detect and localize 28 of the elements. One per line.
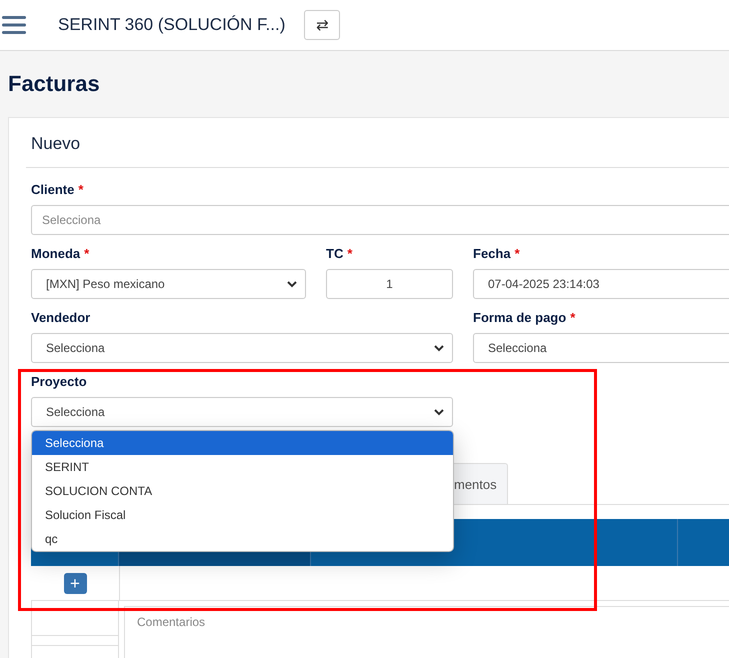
comments-field[interactable]: Comentarios: [124, 606, 729, 658]
required-mark: *: [347, 246, 352, 262]
input-field[interactable]: 07-04-2025 23:14:03: [473, 269, 729, 299]
field-label: Moneda: [31, 246, 80, 262]
field-label: Vendedor: [31, 310, 90, 326]
input-field[interactable]: 1: [326, 269, 453, 299]
app-title: SERINT 360 (SOLUCIÓN F...): [58, 15, 286, 35]
input-field[interactable]: Selecciona: [473, 333, 729, 363]
dropdown-option[interactable]: Solucion Fiscal: [32, 503, 453, 527]
required-mark: *: [514, 246, 520, 262]
card-title: Nuevo: [26, 118, 729, 168]
select-field[interactable]: [MXN] Peso mexicano: [31, 269, 306, 299]
required-mark: *: [84, 246, 90, 262]
required-mark: *: [570, 310, 576, 326]
select-field[interactable]: Selecciona: [31, 397, 453, 427]
add-button[interactable]: +: [64, 572, 86, 594]
page-title: Facturas: [8, 70, 101, 98]
field-label: TC: [326, 246, 344, 262]
dropdown-option[interactable]: qc: [32, 527, 453, 551]
required-mark: *: [78, 182, 84, 198]
swap-button[interactable]: ⇄: [304, 10, 340, 40]
dropdown-option[interactable]: Selecciona: [32, 431, 453, 455]
field-label: Proyecto: [31, 374, 87, 390]
field-label: Cliente: [31, 182, 74, 198]
field-label: Forma de pago: [473, 310, 566, 326]
input-field[interactable]: Selecciona: [31, 205, 729, 235]
select-field[interactable]: Selecciona: [31, 333, 453, 363]
field-label: Fecha: [473, 246, 511, 262]
